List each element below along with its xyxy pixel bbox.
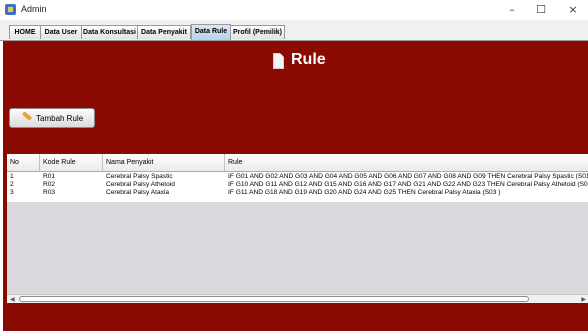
tab-data-rule[interactable]: Data Rule: [191, 24, 231, 40]
cell-nama-penyakit: Cerebral Palsy Spastic: [106, 173, 173, 180]
java-app-icon: [5, 4, 16, 15]
tab-profil-pemilik[interactable]: Profil (Pemilik): [230, 25, 285, 39]
cell-nama-penyakit: Cerebral Palsy Athetoid: [106, 181, 175, 188]
tab-data-penyakit[interactable]: Data Penyakit: [137, 25, 191, 39]
column-header-rule[interactable]: Rule: [225, 154, 588, 171]
column-header-nama-penyakit[interactable]: Nama Penyakit: [103, 154, 225, 171]
document-icon: [273, 53, 284, 69]
close-button[interactable]: ×: [561, 1, 585, 19]
scrollbar-thumb[interactable]: [19, 296, 529, 302]
column-header-kode-rule[interactable]: Kode Rule: [40, 154, 103, 171]
rule-table[interactable]: No Kode Rule Nama Penyakit Rule 1 R01 Ce…: [7, 154, 588, 294]
tab-data-user[interactable]: Data User: [40, 25, 82, 39]
horizontal-scrollbar[interactable]: ◀ ▶: [7, 294, 588, 303]
cell-no: 3: [10, 189, 14, 196]
pencil-icon: [21, 111, 33, 121]
tab-bar: HOME Data User Data Konsultasi Data Peny…: [0, 20, 588, 41]
minimize-button[interactable]: –: [500, 1, 524, 19]
page-title: Rule: [291, 51, 326, 68]
window-title: Admin: [21, 4, 47, 14]
cell-kode-rule: R02: [43, 181, 56, 188]
table-row[interactable]: 2 R02 Cerebral Palsy Athetoid IF G10 AND…: [7, 181, 588, 189]
table-row[interactable]: 1 R01 Cerebral Palsy Spastic IF G01 AND …: [7, 173, 588, 181]
add-rule-label: Tambah Rule: [36, 114, 84, 123]
column-header-no[interactable]: No: [7, 154, 40, 171]
cell-no: 2: [10, 181, 14, 188]
scroll-right-arrow-icon[interactable]: ▶: [581, 296, 586, 303]
scroll-left-arrow-icon[interactable]: ◀: [10, 296, 15, 303]
table-row[interactable]: 3 R03 Cerebral Palsy Ataxia IF G11 AND G…: [7, 189, 588, 197]
cell-kode-rule: R03: [43, 189, 56, 196]
cell-kode-rule: R01: [43, 173, 56, 180]
add-rule-button[interactable]: Tambah Rule: [9, 108, 95, 128]
cell-rule: IF G01 AND G02 AND G03 AND G04 AND G05 A…: [228, 173, 588, 180]
tab-home[interactable]: HOME: [9, 25, 41, 39]
window-title-bar: Admin – ☐ ×: [0, 0, 588, 20]
cell-nama-penyakit: Cerebral Palsy Ataxia: [106, 189, 170, 196]
cell-no: 1: [10, 173, 14, 180]
cell-rule: IF G10 AND G11 AND G12 AND G15 AND G16 A…: [228, 181, 588, 188]
maximize-button[interactable]: ☐: [529, 1, 553, 19]
cell-rule: IF G11 AND G18 AND G19 AND G20 AND G24 A…: [228, 189, 501, 196]
table-header: No Kode Rule Nama Penyakit Rule: [7, 154, 588, 172]
tab-data-konsultasi[interactable]: Data Konsultasi: [81, 25, 138, 39]
